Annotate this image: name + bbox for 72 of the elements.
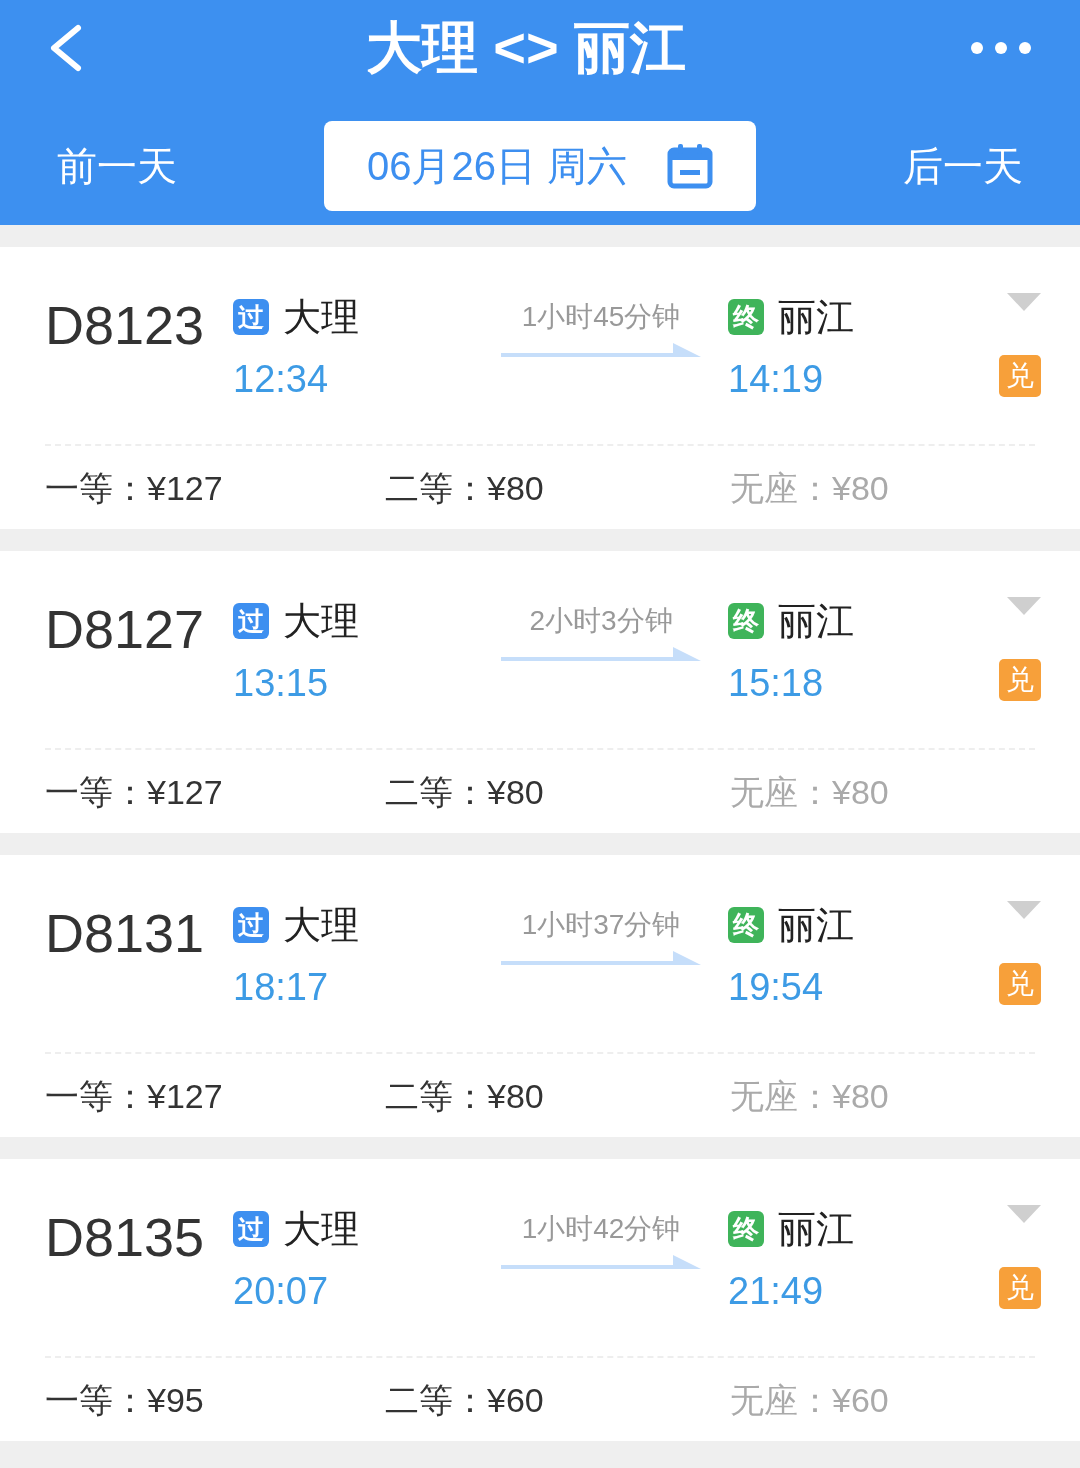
seat-class: 二等： [385,1075,487,1116]
departure-time: 18:17 [233,967,330,1007]
station-tag: 终 [728,299,764,335]
train-number: D8131 [45,905,206,961]
seat-class: 二等： [385,1379,487,1420]
seat-price: ¥80 [487,771,544,812]
duration: 1小时45分钟 [521,300,681,334]
arrival-time: 19:54 [728,967,825,1007]
seat-price: ¥80 [487,1075,544,1116]
seat-class: 无座： [730,1075,832,1116]
seat-price: ¥80 [832,467,889,508]
duration: 2小时3分钟 [529,604,673,638]
duration: 1小时42分钟 [521,1212,681,1246]
train-card[interactable]: D8135 过 大理 20:07 1小时42分钟 终 丽江 21:49 兑 一等：¥95 二等：¥60 无座：¥60 [0,1159,1080,1441]
seat-price: ¥60 [487,1379,544,1420]
seat-class: 一等： [45,1379,147,1420]
caret-icon[interactable] [1007,1205,1041,1223]
seat-class: 一等： [45,467,147,508]
station-name: 丽江 [778,1209,854,1249]
departure-time: 20:07 [233,1271,330,1311]
station-name: 大理 [283,905,359,945]
seat-class: 二等： [385,467,487,508]
seat-class: 无座： [730,771,832,812]
train-card[interactable]: D8131 过 大理 18:17 1小时37分钟 终 丽江 19:54 兑 一等：¥127 二等：¥80 无座：¥80 [0,855,1080,1137]
train-number: D8123 [45,297,206,353]
station-name: 丽江 [778,601,854,641]
train-number: D8127 [45,601,206,657]
seat-price: ¥80 [487,467,544,508]
calendar-icon [667,143,714,189]
exchange-badge: 兑 [999,963,1041,1005]
train-card[interactable]: D8123 过 大理 12:34 1小时45分钟 终 丽江 14:19 兑 一等：¥127 二等：¥80 无座：¥80 [0,247,1080,529]
seat-price: ¥80 [832,771,889,812]
departure-time: 12:34 [233,359,330,399]
more-icon[interactable] [970,40,1032,55]
station-name: 大理 [283,297,359,337]
seat-class: 一等： [45,771,147,812]
duration: 1小时37分钟 [521,908,681,942]
station-name: 大理 [283,1209,359,1249]
seat-class: 无座： [730,1379,832,1420]
station-tag: 过 [233,299,269,335]
seat-class: 二等： [385,771,487,812]
exchange-badge: 兑 [999,1267,1041,1309]
seat-price: ¥60 [832,1379,889,1420]
seat-price: ¥80 [832,1075,889,1116]
seat-class: 无座： [730,467,832,508]
departure-time: 13:15 [233,663,330,703]
train-number: D8135 [45,1209,206,1265]
station-tag: 过 [233,1211,269,1247]
station-name: 丽江 [778,297,854,337]
seat-class: 一等： [45,1075,147,1116]
station-tag: 过 [233,907,269,943]
arrival-time: 14:19 [728,359,825,399]
station-name: 丽江 [778,905,854,945]
exchange-badge: 兑 [999,659,1041,701]
station-name: 大理 [283,601,359,641]
seat-price: ¥127 [147,1075,223,1116]
seat-price: ¥95 [147,1379,204,1420]
train-card[interactable]: D8127 过 大理 13:15 2小时3分钟 终 丽江 15:18 兑 一等：¥127 二等：¥80 无座：¥80 [0,551,1080,833]
seat-price: ¥127 [147,771,223,812]
caret-icon[interactable] [1007,901,1041,919]
page-title: 大理 <> 丽江 [365,15,687,80]
station-tag: 终 [728,1211,764,1247]
back-icon[interactable] [48,23,82,72]
arrival-time: 15:18 [728,663,825,703]
exchange-badge: 兑 [999,355,1041,397]
caret-icon[interactable] [1007,597,1041,615]
arrival-time: 21:49 [728,1271,825,1311]
station-tag: 过 [233,603,269,639]
station-tag: 终 [728,603,764,639]
seat-price: ¥127 [147,467,223,508]
station-tag: 终 [728,907,764,943]
caret-icon[interactable] [1007,293,1041,311]
